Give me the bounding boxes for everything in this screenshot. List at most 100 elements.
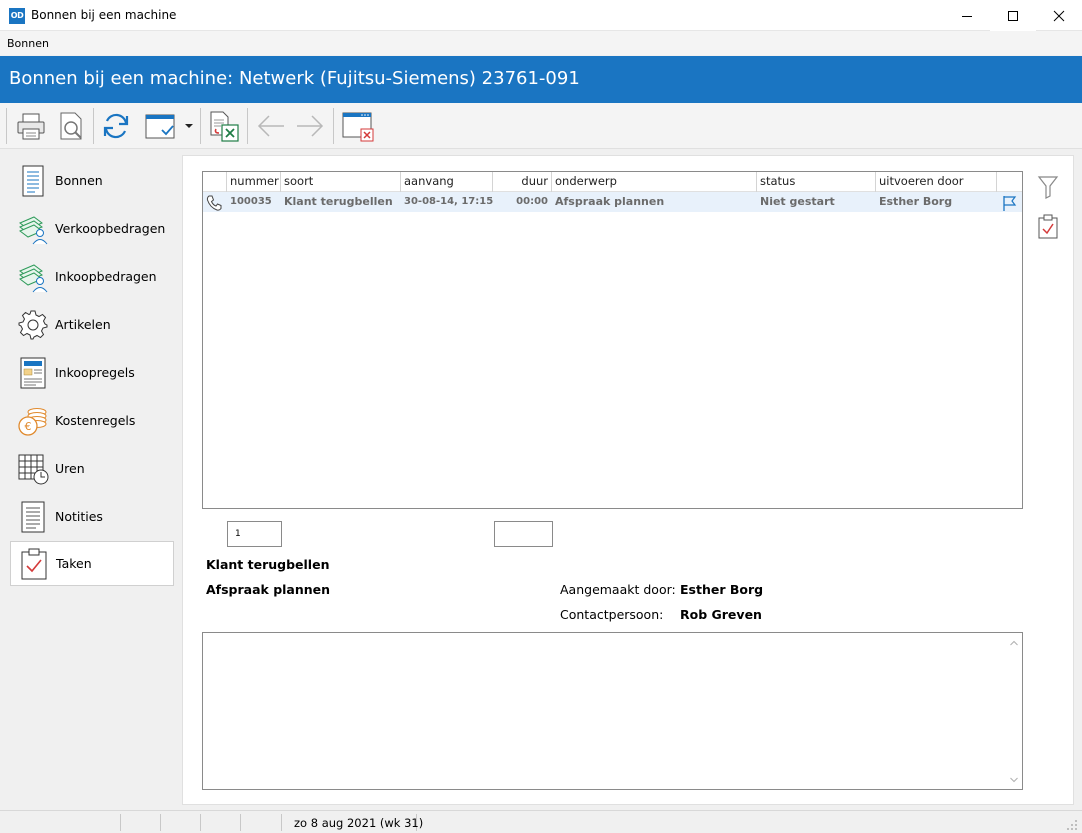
close-window-icon bbox=[342, 112, 374, 142]
detail-soort: Klant terugbellen bbox=[206, 557, 330, 572]
sidebar-item-uren[interactable]: Uren bbox=[10, 446, 174, 491]
notes-icon bbox=[16, 500, 50, 534]
scroll-arrows-icon bbox=[1010, 640, 1018, 783]
sidebar-item-notities[interactable]: Notities bbox=[10, 494, 174, 539]
sidebar-item-label: Verkoopbedragen bbox=[55, 221, 166, 236]
sidebar-item-label: Inkoopregels bbox=[55, 365, 135, 380]
maximize-button[interactable] bbox=[990, 0, 1036, 31]
table-row[interactable]: 100035 Klant terugbellen 30-08-14, 17:15… bbox=[203, 192, 1022, 212]
view-layout-dropdown[interactable] bbox=[182, 108, 196, 144]
sidebar-item-inkoopbedragen[interactable]: Inkoopbedragen bbox=[10, 254, 174, 299]
status-separator bbox=[281, 814, 282, 831]
task-secondary-box[interactable] bbox=[494, 521, 553, 547]
sidebar-item-verkoopbedragen[interactable]: Verkoopbedragen bbox=[10, 206, 174, 251]
money-person-icon bbox=[16, 212, 50, 246]
phone-icon bbox=[203, 192, 227, 212]
filter-icon bbox=[1037, 176, 1059, 199]
document-icon bbox=[16, 164, 50, 198]
cell-uitvoeren-door: Esther Borg bbox=[879, 195, 953, 208]
task-table[interactable]: nummer soort aanvang duur onderwerp stat… bbox=[202, 171, 1023, 509]
cell-aanvang: 30-08-14, 17:15 bbox=[404, 196, 493, 207]
cell-soort: Klant terugbellen bbox=[284, 195, 393, 208]
column-header-icon[interactable] bbox=[203, 172, 227, 192]
sidebar-item-label: Inkoopbedragen bbox=[55, 269, 157, 284]
minimize-button[interactable] bbox=[944, 0, 990, 31]
sidebar-item-taken[interactable]: Taken bbox=[10, 541, 174, 586]
cell-nummer: 100035 bbox=[230, 196, 272, 207]
view-layout-button[interactable] bbox=[140, 108, 180, 144]
cell-duur: 00:00 bbox=[516, 196, 548, 207]
clipboard-check-icon bbox=[1038, 214, 1058, 239]
status-separator bbox=[120, 814, 121, 831]
status-bar: zo 8 aug 2021 (wk 31) bbox=[0, 810, 1082, 833]
gear-icon bbox=[16, 308, 50, 342]
column-header-duur[interactable]: duur bbox=[493, 172, 552, 192]
money-person-icon bbox=[16, 260, 50, 294]
toolbar bbox=[0, 103, 1082, 149]
contact-value: Rob Greven bbox=[680, 607, 762, 622]
toolbar-separator bbox=[200, 108, 201, 144]
sidebar-item-bonnen[interactable]: Bonnen bbox=[10, 158, 174, 203]
notes-textarea[interactable] bbox=[202, 632, 1023, 790]
contact-label: Contactpersoon: bbox=[560, 607, 664, 622]
page-header: Bonnen bij een machine: Netwerk (Fujitsu… bbox=[0, 56, 1082, 103]
sidebar-item-label: Uren bbox=[55, 461, 85, 476]
refresh-icon bbox=[103, 113, 129, 139]
detail-onderwerp: Afspraak plannen bbox=[206, 582, 331, 597]
status-date: zo 8 aug 2021 (wk 31) bbox=[294, 816, 424, 830]
toolbar-separator bbox=[247, 108, 248, 144]
sidebar-item-label: Taken bbox=[56, 556, 92, 571]
resize-grip-icon[interactable] bbox=[1066, 819, 1078, 831]
column-header-soort[interactable]: soort bbox=[281, 172, 401, 192]
close-icon bbox=[1053, 10, 1065, 21]
timesheet-clock-icon bbox=[16, 452, 50, 486]
column-header-nummer[interactable]: nummer bbox=[227, 172, 281, 192]
table-header: nummer soort aanvang duur onderwerp stat… bbox=[203, 172, 1022, 192]
menu-bar: Bonnen bbox=[0, 31, 1082, 55]
column-header-uitvoeren-door[interactable]: uitvoeren door bbox=[876, 172, 997, 192]
forward-arrow-icon bbox=[297, 115, 324, 137]
sidebar-item-label: Kostenregels bbox=[55, 413, 136, 428]
toolbar-separator bbox=[6, 108, 7, 144]
refresh-button[interactable] bbox=[97, 108, 135, 144]
cell-onderwerp: Afspraak plannen bbox=[555, 195, 665, 208]
sidebar-item-kostenregels[interactable]: € Kostenregels bbox=[10, 398, 174, 443]
export-excel-button[interactable] bbox=[204, 108, 242, 144]
toolbar-separator bbox=[333, 108, 334, 144]
column-header-aanvang[interactable]: aanvang bbox=[401, 172, 493, 192]
forward-button[interactable] bbox=[291, 108, 329, 144]
task-number-box[interactable]: 1 bbox=[227, 521, 282, 547]
window-title: Bonnen bij een machine bbox=[31, 8, 177, 22]
status-separator bbox=[160, 814, 161, 831]
notes-scrollbar[interactable] bbox=[1006, 633, 1022, 789]
column-header-status[interactable]: status bbox=[757, 172, 876, 192]
sidebar-item-inkoopregels[interactable]: Inkoopregels bbox=[10, 350, 174, 395]
created-by-label: Aangemaakt door: bbox=[560, 582, 676, 597]
sidebar-item-artikelen[interactable]: Artikelen bbox=[10, 302, 174, 347]
print-button[interactable] bbox=[12, 108, 50, 144]
print-preview-icon bbox=[60, 112, 82, 140]
invoice-icon bbox=[16, 356, 50, 390]
column-header-flag[interactable] bbox=[997, 172, 1022, 192]
filter-button[interactable] bbox=[1035, 173, 1061, 201]
page-title: Bonnen bij een machine: Netwerk (Fujitsu… bbox=[9, 68, 580, 89]
close-window-button[interactable] bbox=[337, 108, 377, 144]
coins-euro-icon: € bbox=[16, 404, 50, 438]
sidebar-item-label: Artikelen bbox=[55, 317, 111, 332]
print-preview-button[interactable] bbox=[52, 108, 90, 144]
menu-bonnen[interactable]: Bonnen bbox=[7, 37, 49, 50]
minimize-icon bbox=[962, 15, 972, 17]
clipboard-check-icon bbox=[17, 547, 51, 581]
created-by-value: Esther Borg bbox=[680, 582, 764, 597]
close-button[interactable] bbox=[1036, 0, 1082, 31]
maximize-icon bbox=[1008, 10, 1018, 21]
back-button[interactable] bbox=[252, 108, 290, 144]
sidebar-item-label: Bonnen bbox=[55, 173, 103, 188]
tasks-button[interactable] bbox=[1035, 212, 1061, 242]
column-header-onderwerp[interactable]: onderwerp bbox=[552, 172, 757, 192]
flag-icon[interactable] bbox=[997, 192, 1022, 212]
export-excel-icon bbox=[210, 111, 239, 142]
status-separator bbox=[200, 814, 201, 831]
view-layout-icon bbox=[145, 114, 175, 139]
cell-status: Niet gestart bbox=[760, 195, 835, 208]
